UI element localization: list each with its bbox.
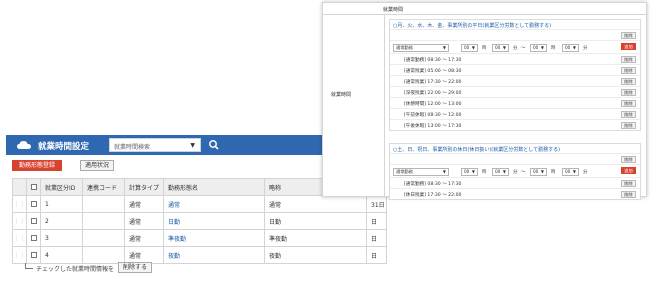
corner-arrow-icon xyxy=(25,263,33,269)
add-button[interactable]: 追加 xyxy=(621,43,636,50)
time-row: [通常残業] 05:00 〜 08:30 削除 xyxy=(390,64,640,75)
weekday-input-row: 通常勤務 ▼ 00 ▼ 時 00 ▼ 分 〜 00 ▼ 時 00 ▼ 分 追加 xyxy=(390,40,640,53)
weekday-top-row: 削除 xyxy=(390,29,640,40)
time-row: [休憩時間] 12:00 〜 13:00 削除 xyxy=(390,97,640,108)
cell-abbr: 準夜勤 xyxy=(264,229,367,247)
column-header[interactable]: 計算タイプ xyxy=(124,178,164,196)
table-row[interactable]: ⋮⋮ 1 通常 通常 通常 31日 xyxy=(12,195,387,213)
cell-id: 3 xyxy=(40,229,83,247)
cell-abbr: 日勤 xyxy=(264,212,367,230)
cell-calc-type: 通常 xyxy=(124,212,164,230)
time-row: [午前休暇] 08:30 〜 12:00 削除 xyxy=(390,108,640,119)
cell-id: 2 xyxy=(40,212,83,230)
column-header[interactable]: 就業区分ID xyxy=(40,178,83,196)
start-minute-select[interactable]: 00 ▼ xyxy=(492,168,509,176)
end-hour-select[interactable]: 00 ▼ xyxy=(530,168,547,176)
cell-shift-name-link[interactable]: 日勤 xyxy=(163,212,265,230)
column-header[interactable]: 勤務形態名 xyxy=(163,178,265,196)
table-row[interactable]: ⋮⋮ 3 通常 準夜勤 準夜勤 日 xyxy=(12,229,387,247)
cloud-logo-icon xyxy=(17,141,31,149)
cell-code xyxy=(82,195,125,213)
cell-extra: 日 xyxy=(366,246,387,264)
cell-extra: 日 xyxy=(366,229,387,247)
detail-header: 就業時間 xyxy=(323,3,646,15)
cell-calc-type: 通常 xyxy=(124,195,164,213)
holiday-input-row: 通常勤務 ▼ 00 ▼ 時 00 ▼ 分 〜 00 ▼ 時 00 ▼ 分 追加 xyxy=(390,164,640,177)
chevron-down-icon: ▼ xyxy=(442,169,446,174)
column-header xyxy=(12,178,27,196)
add-button[interactable]: 追加 xyxy=(621,167,636,174)
cell-extra: 31日 xyxy=(366,195,387,213)
weekday-section: ○月、火、水、木、金、事業所別の平日(就業区分労数として勤務する) 削除 通常勤… xyxy=(389,19,641,131)
start-minute-select[interactable]: 00 ▼ xyxy=(492,44,509,52)
delete-button[interactable]: 削除 xyxy=(621,191,636,198)
cell-calc-type: 通常 xyxy=(124,229,164,247)
apply-status-button[interactable]: 適用状況 xyxy=(80,160,114,171)
side-label: 就業時間 xyxy=(331,92,352,98)
search-placeholder: 就業時間検索 xyxy=(114,144,151,151)
cell-code xyxy=(82,212,125,230)
cell-abbr: 通常 xyxy=(264,195,367,213)
end-minute-select[interactable]: 00 ▼ xyxy=(562,168,579,176)
delete-button[interactable]: 削除 xyxy=(621,100,636,107)
drag-handle-icon[interactable]: ⋮⋮ xyxy=(12,195,27,213)
start-hour-select[interactable]: 00 ▼ xyxy=(461,44,478,52)
table-row[interactable]: ⋮⋮ 4 通常 夜勤 夜勤 日 xyxy=(12,246,387,264)
cell-id: 4 xyxy=(40,246,83,264)
drag-handle-icon[interactable]: ⋮⋮ xyxy=(12,229,27,247)
delete-button[interactable]: 削除 xyxy=(621,78,636,85)
cell-code xyxy=(82,246,125,264)
shift-detail-window: 就業時間 就業時間 ○月、火、水、木、金、事業所別の平日(就業区分労数として勤務… xyxy=(322,2,647,200)
time-row: [午後休暇] 13:00 〜 17:30 削除 xyxy=(390,119,640,130)
delete-checked-button[interactable]: 削除する xyxy=(118,262,152,273)
chevron-down-icon: ▼ xyxy=(190,142,195,149)
register-shift-button[interactable]: 勤務形態登録 xyxy=(12,160,62,171)
weekday-heading: ○月、火、水、木、金、事業所別の平日(就業区分労数として勤務する) xyxy=(393,23,552,29)
holiday-section: ○土、日、祝日、事業所別の休日(休日扱い)(就業区分労数として勤務する) 削除 … xyxy=(389,143,641,200)
delete-button[interactable]: 削除 xyxy=(621,122,636,129)
row-checkbox[interactable] xyxy=(26,195,41,213)
time-row: [深夜残業] 22:00 〜 29:00 削除 xyxy=(390,86,640,97)
time-row: [休日残業] 17:30 〜 22:00 削除 xyxy=(390,188,640,199)
delete-button[interactable]: 削除 xyxy=(621,180,636,187)
search-select[interactable]: 就業時間検索 ▼ xyxy=(109,138,201,152)
time-row: [通常残業] 17:30 〜 22:00 削除 xyxy=(390,75,640,86)
holiday-top-row: 削除 xyxy=(390,153,640,164)
shift-type-select[interactable]: 通常勤務 ▼ xyxy=(393,168,449,176)
delete-button[interactable]: 削除 xyxy=(621,67,636,74)
cell-id: 1 xyxy=(40,195,83,213)
cell-code xyxy=(82,229,125,247)
time-row: [通常勤務] 08:30 〜 17:30 削除 xyxy=(390,177,640,188)
end-minute-select[interactable]: 00 ▼ xyxy=(562,44,579,52)
cell-extra: 日 xyxy=(366,212,387,230)
page-title: 就業時間設定 xyxy=(38,142,90,152)
end-hour-select[interactable]: 00 ▼ xyxy=(530,44,547,52)
row-checkbox[interactable] xyxy=(26,246,41,264)
cell-calc-type: 通常 xyxy=(124,246,164,264)
delete-button[interactable]: 削除 xyxy=(621,111,636,118)
drag-handle-icon[interactable]: ⋮⋮ xyxy=(12,246,27,264)
time-row: [通常勤務] 08:30 〜 17:30 削除 xyxy=(390,53,640,64)
shift-type-select[interactable]: 通常勤務 ▼ xyxy=(393,44,449,52)
search-icon[interactable] xyxy=(204,138,224,152)
row-checkbox[interactable] xyxy=(26,212,41,230)
delete-button[interactable]: 削除 xyxy=(621,89,636,96)
delete-button[interactable]: 削除 xyxy=(621,156,636,163)
start-hour-select[interactable]: 00 ▼ xyxy=(461,168,478,176)
delete-button[interactable]: 削除 xyxy=(621,32,636,39)
cell-shift-name-link[interactable]: 通常 xyxy=(163,195,265,213)
column-header[interactable]: 連携コード xyxy=(82,178,125,196)
cell-abbr: 夜勤 xyxy=(264,246,367,264)
drag-handle-icon[interactable]: ⋮⋮ xyxy=(12,212,27,230)
delete-button[interactable]: 削除 xyxy=(621,56,636,63)
bulk-action-note: チェックした就業時間情報を xyxy=(25,263,114,273)
row-checkbox[interactable] xyxy=(26,229,41,247)
cell-shift-name-link[interactable]: 準夜勤 xyxy=(163,229,265,247)
holiday-heading: ○土、日、祝日、事業所別の休日(休日扱い)(就業区分労数として勤務する) xyxy=(393,147,561,153)
detail-side-column: 就業時間 xyxy=(323,15,385,196)
table-row[interactable]: ⋮⋮ 2 通常 日勤 日勤 日 xyxy=(12,212,387,230)
cell-shift-name-link[interactable]: 夜勤 xyxy=(163,246,265,264)
chevron-down-icon: ▼ xyxy=(442,45,446,50)
select-all-checkbox[interactable] xyxy=(26,178,41,196)
